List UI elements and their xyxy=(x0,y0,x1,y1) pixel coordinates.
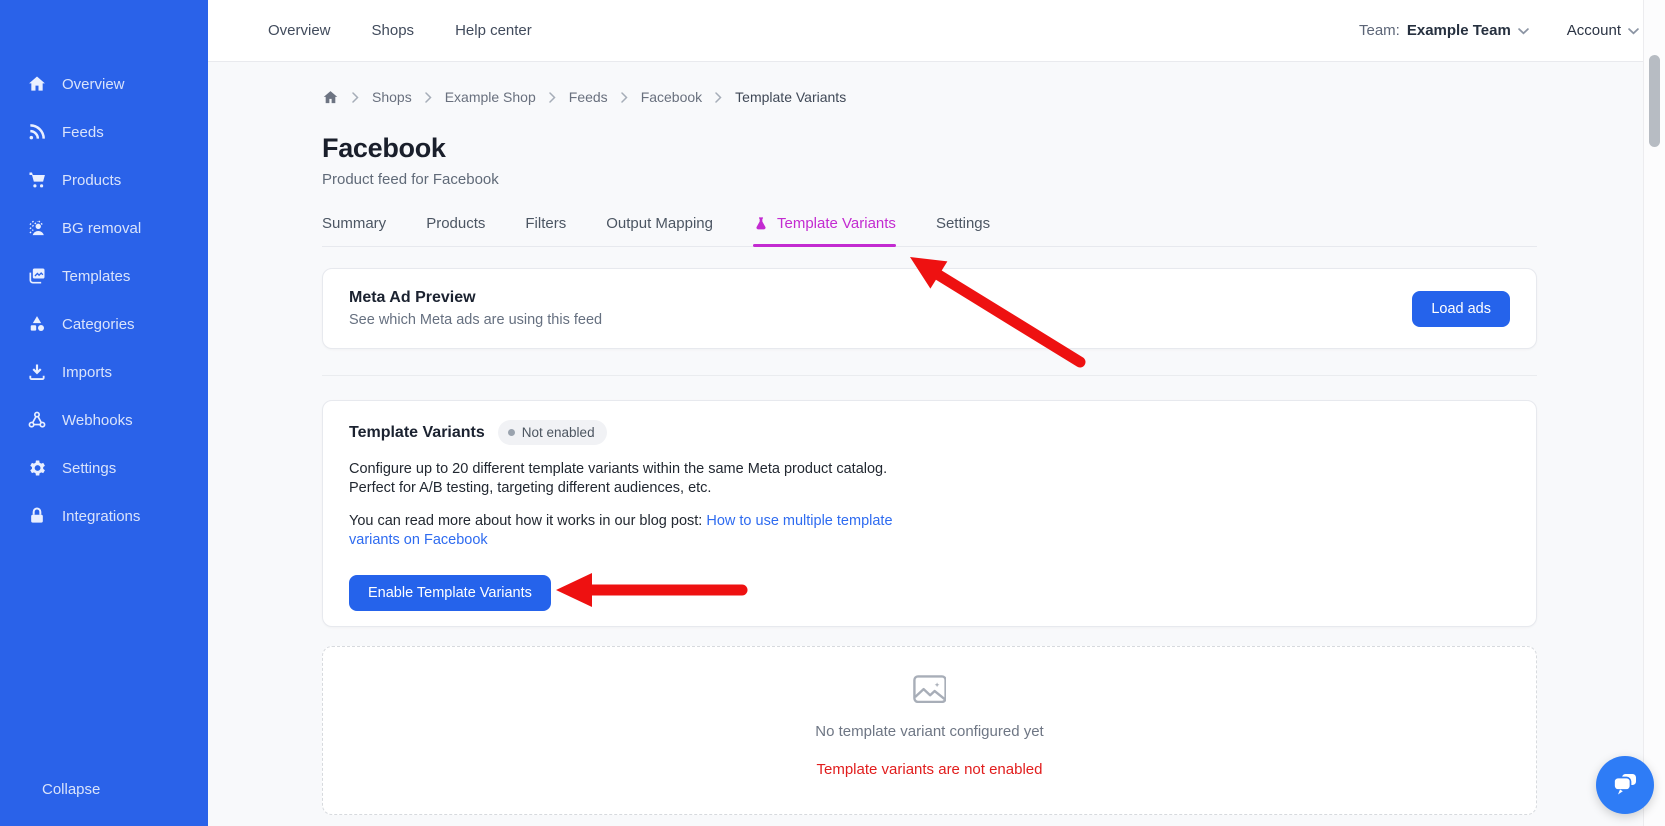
webhook-icon xyxy=(27,410,47,430)
home-icon[interactable] xyxy=(322,89,339,106)
sidebar-item-templates[interactable]: Templates xyxy=(0,252,208,300)
template-variants-empty-state: No template variant configured yet Templ… xyxy=(322,646,1537,815)
breadcrumb-feeds[interactable]: Feeds xyxy=(569,89,608,105)
sidebar-item-label: BG removal xyxy=(62,219,142,237)
sidebar-item-bg-removal[interactable]: BG removal xyxy=(0,204,208,252)
top-bar: Overview Shops Help center Team: Example… xyxy=(208,0,1665,62)
sidebar-item-label: Categories xyxy=(62,315,135,333)
read-more-text: You can read more about how it works in … xyxy=(349,513,893,548)
sidebar-item-label: Imports xyxy=(62,363,113,381)
page-subtitle: Product feed for Facebook xyxy=(322,171,499,188)
section-divider xyxy=(322,375,1537,376)
chevron-right-icon xyxy=(549,91,556,103)
topnav-overview[interactable]: Overview xyxy=(268,22,331,39)
status-dot xyxy=(507,429,515,436)
chevron-right-icon xyxy=(620,91,628,103)
team-prefix: Team: xyxy=(1358,22,1400,39)
breadcrumb-example-shop[interactable]: Example Shop xyxy=(445,89,536,105)
sidebar-item-label: Overview xyxy=(62,75,125,93)
breadcrumb-facebook[interactable]: Facebook xyxy=(641,89,702,105)
sidebar-collapse-button[interactable]: Collapse xyxy=(0,766,208,812)
template-variants-card: Template Variants Not enabled Configure … xyxy=(322,400,1537,627)
tab-summary[interactable]: Summary xyxy=(322,215,386,246)
chevron-right-icon xyxy=(352,91,359,103)
lock-icon xyxy=(27,506,47,526)
template-variants-description: Configure up to 20 different template va… xyxy=(349,461,888,496)
tab-settings[interactable]: Settings xyxy=(936,215,990,246)
account-label: Account xyxy=(1566,22,1621,39)
shapes-icon xyxy=(27,314,47,334)
home-icon xyxy=(27,74,47,94)
sidebar-item-label: Products xyxy=(62,171,122,189)
sidebar-item-label: Integrations xyxy=(62,507,141,525)
image-stack-icon xyxy=(27,266,47,286)
page-title: Facebook xyxy=(322,133,446,163)
sidebar-item-feeds[interactable]: Feeds xyxy=(0,108,208,156)
meta-ad-preview-title: Meta Ad Preview xyxy=(349,289,476,306)
sidebar-item-webhooks[interactable]: Webhooks xyxy=(0,396,208,444)
account-menu[interactable]: Account xyxy=(1567,22,1639,39)
sidebar-item-integrations[interactable]: Integrations xyxy=(0,492,208,540)
topnav-shops[interactable]: Shops xyxy=(372,22,415,39)
enable-template-variants-button[interactable]: Enable Template Variants xyxy=(349,575,551,611)
chevron-down-icon xyxy=(1518,28,1529,35)
tab-filters[interactable]: Filters xyxy=(525,215,566,246)
breadcrumb-shops[interactable]: Shops xyxy=(372,89,412,105)
chevron-down-icon xyxy=(1628,28,1639,35)
scrollbar-thumb[interactable] xyxy=(1649,55,1660,147)
sidebar: Overview Feeds Products BG removal Templ… xyxy=(0,0,208,826)
chat-widget-button[interactable] xyxy=(1596,756,1654,814)
topnav-help-center[interactable]: Help center xyxy=(455,22,532,39)
cart-icon xyxy=(27,170,47,190)
scrollbar[interactable] xyxy=(1643,0,1665,826)
sidebar-item-label: Webhooks xyxy=(62,411,133,429)
tab-output-mapping[interactable]: Output Mapping xyxy=(606,215,713,246)
tab-bar: Summary Products Filters Output Mapping … xyxy=(322,215,1537,247)
sidebar-item-label: Settings xyxy=(62,459,117,477)
download-icon xyxy=(27,362,47,382)
sidebar-item-overview[interactable]: Overview xyxy=(0,60,208,108)
sidebar-item-settings[interactable]: Settings xyxy=(0,444,208,492)
breadcrumb-template-variants: Template Variants xyxy=(735,89,847,105)
sidebar-item-label: Templates xyxy=(62,267,131,285)
sidebar-item-imports[interactable]: Imports xyxy=(0,348,208,396)
chat-bubbles-icon xyxy=(1610,771,1640,799)
gear-icon xyxy=(27,458,47,478)
team-selector[interactable]: Team: Example Team xyxy=(1359,22,1529,39)
tab-products[interactable]: Products xyxy=(426,215,485,246)
team-name: Example Team xyxy=(1406,22,1511,39)
tab-template-variants[interactable]: Template Variants xyxy=(752,215,896,247)
meta-ad-preview-card: Meta Ad Preview See which Meta ads are u… xyxy=(322,268,1537,349)
collapse-label: Collapse xyxy=(42,780,101,798)
flask-icon xyxy=(753,216,769,232)
image-placeholder-icon xyxy=(912,675,947,704)
sidebar-item-products[interactable]: Products xyxy=(0,156,208,204)
breadcrumb: Shops Example Shop Feeds Facebook Templa… xyxy=(322,87,1537,107)
chevron-right-icon xyxy=(715,91,722,103)
person-halftone-icon xyxy=(27,218,47,238)
load-ads-button[interactable]: Load ads xyxy=(1412,290,1510,327)
sidebar-item-label: Feeds xyxy=(62,123,104,141)
sidebar-item-categories[interactable]: Categories xyxy=(0,300,208,348)
main-content: Shops Example Shop Feeds Facebook Templa… xyxy=(208,62,1643,826)
meta-ad-preview-subtitle: See which Meta ads are using this feed xyxy=(349,312,603,328)
chevron-right-icon xyxy=(424,91,432,103)
empty-state-warning: Template variants are not enabled xyxy=(816,761,1043,778)
status-badge: Not enabled xyxy=(497,420,607,445)
template-variants-title: Template Variants xyxy=(349,423,485,441)
rss-icon xyxy=(27,122,47,142)
empty-state-message: No template variant configured yet xyxy=(815,723,1044,740)
